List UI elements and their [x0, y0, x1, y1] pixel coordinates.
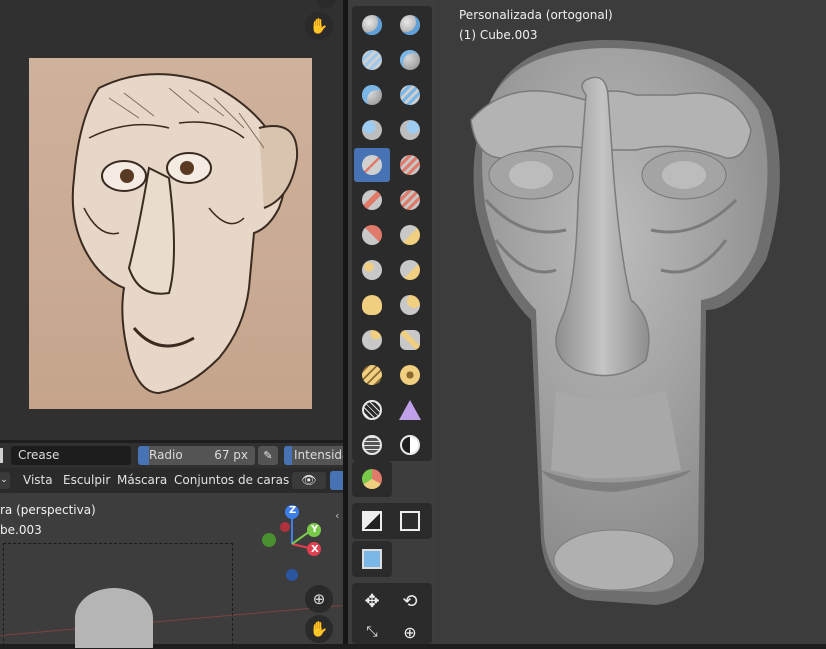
- mesh-filter-icon[interactable]: [354, 542, 390, 576]
- mesh-filter-group: [352, 541, 392, 577]
- sculpt-model: [470, 40, 780, 605]
- brush-tools-group: [352, 6, 432, 461]
- brush-name-field[interactable]: Crease: [11, 446, 131, 465]
- image-editor: ✋: [0, 0, 343, 440]
- small-3d-viewport[interactable]: ra (perspectiva) be.003 Z Y X ⊕ ✋: [0, 493, 343, 648]
- box-mask-icon[interactable]: [354, 504, 390, 538]
- zoom-icon[interactable]: ⊕: [305, 585, 333, 613]
- transform-tools-group: ✥ ⟲ ⤡ ⊕: [352, 583, 432, 644]
- fill-brush-icon[interactable]: [392, 183, 428, 217]
- elastic-deform-brush-icon[interactable]: [354, 288, 390, 322]
- pinch-brush-icon[interactable]: [354, 253, 390, 287]
- visibility-eye-icon[interactable]: 👁: [292, 472, 326, 489]
- sculpt-toolbar: ✥ ⟲ ⤡ ⊕: [348, 0, 436, 644]
- draw-face-sets-icon[interactable]: [354, 462, 390, 496]
- cloth-brush-icon[interactable]: [392, 393, 428, 427]
- collapse-arrow-icon[interactable]: ‹: [335, 509, 345, 522]
- mode-dropdown[interactable]: ⌄: [0, 472, 10, 489]
- menu-esculpir[interactable]: Esculpir: [63, 473, 110, 487]
- scrape-brush-icon[interactable]: [354, 218, 390, 252]
- radius-slider-fill: [138, 446, 149, 465]
- model-preview: [75, 588, 153, 648]
- mask-brush-icon[interactable]: [392, 428, 428, 462]
- layer-brush-icon[interactable]: [354, 78, 390, 112]
- draw-brush-icon[interactable]: [354, 8, 390, 42]
- clay-brush-icon[interactable]: [354, 43, 390, 77]
- box-mask-group: [352, 503, 432, 539]
- multiplane-scrape-brush-icon[interactable]: [392, 218, 428, 252]
- radius-label: Radio: [149, 448, 183, 462]
- blob-brush-icon[interactable]: [354, 113, 390, 147]
- radius-slider[interactable]: Radio 67 px: [138, 446, 255, 465]
- clay-strips-brush-icon[interactable]: [392, 43, 428, 77]
- gizmo-z-label: Z: [289, 505, 297, 516]
- menu-vista[interactable]: Vista: [23, 473, 53, 487]
- gizmo-x-label: X: [311, 544, 319, 555]
- sculpt-menu-bar: ⌄ Vista Esculpir Máscara Conjuntos de ca…: [0, 468, 343, 493]
- rotate-icon[interactable]: ⟲: [392, 584, 428, 618]
- crease-brush-icon[interactable]: [354, 148, 390, 182]
- box-hide-icon[interactable]: [392, 504, 428, 538]
- brush-settings-header: Crease Radio 67 px ✎ Intensidad: [0, 443, 354, 468]
- menu-conjuntos-de-caras[interactable]: Conjuntos de caras: [174, 473, 289, 487]
- draw-face-sets-group: [352, 461, 392, 497]
- small-view-label: ra (perspectiva): [0, 503, 96, 517]
- small-object-label: be.003: [0, 523, 42, 537]
- grab-brush-icon[interactable]: [392, 253, 428, 287]
- slide-relax-brush-icon[interactable]: [354, 393, 390, 427]
- hand-icon[interactable]: ✋: [305, 12, 333, 40]
- flatten-brush-icon[interactable]: [354, 183, 390, 217]
- radius-value: 67 px: [214, 448, 248, 462]
- pose-brush-icon[interactable]: [392, 323, 428, 357]
- main-3d-viewport[interactable]: Personalizada (ortogonal) (1) Cube.003: [436, 0, 826, 644]
- simplify-brush-icon[interactable]: [354, 428, 390, 462]
- strength-slider-fill: [284, 446, 292, 465]
- menu-mascara[interactable]: Máscara: [117, 473, 167, 487]
- overlay-toggle[interactable]: [330, 471, 343, 490]
- move-icon[interactable]: ✥: [354, 584, 390, 618]
- pen-pressure-icon[interactable]: ✎: [258, 446, 278, 465]
- thumb-brush-icon[interactable]: [354, 323, 390, 357]
- rotate-brush-icon[interactable]: [392, 358, 428, 392]
- brush-icon: [0, 448, 3, 463]
- gizmo-y-label: Y: [311, 524, 319, 535]
- snake-hook-brush-icon[interactable]: [392, 288, 428, 322]
- zoom-icon[interactable]: [316, 0, 336, 8]
- crease-alt-brush-icon[interactable]: [392, 113, 428, 147]
- nudge-brush-icon[interactable]: [354, 358, 390, 392]
- draw-sharp-brush-icon[interactable]: [392, 8, 428, 42]
- inflate-brush-icon[interactable]: [392, 78, 428, 112]
- smooth-brush-icon[interactable]: [392, 148, 428, 182]
- hand-icon[interactable]: ✋: [305, 615, 333, 643]
- reference-image: [29, 58, 312, 409]
